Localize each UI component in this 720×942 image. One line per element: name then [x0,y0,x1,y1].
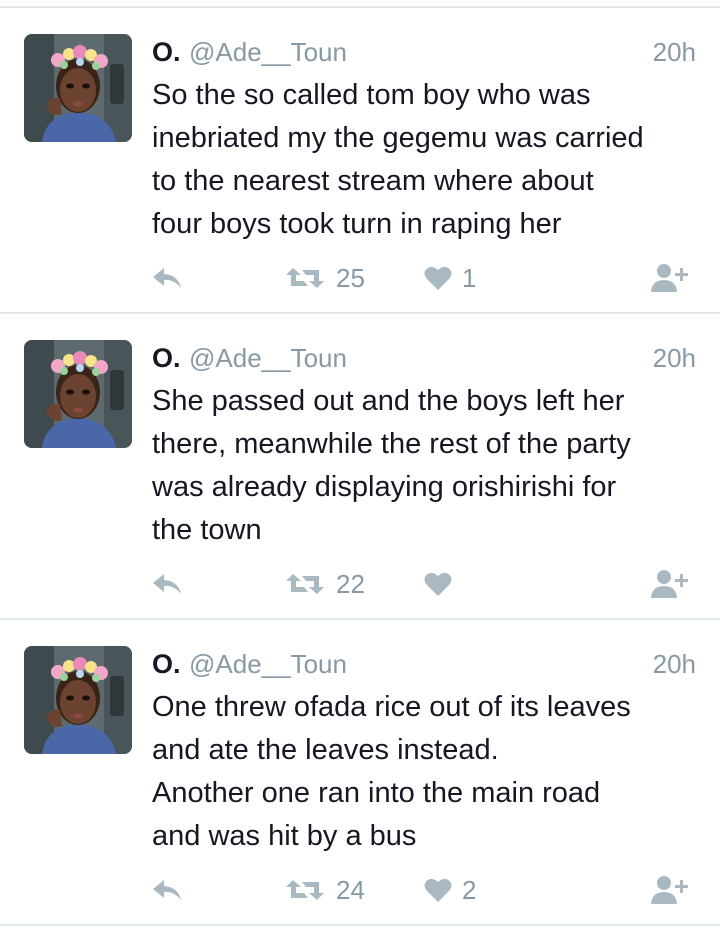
tweet-text: So the so called tom boy who was inebria… [152,79,644,240]
timestamp[interactable]: 20h [653,648,696,680]
tweet-header: O. @Ade__Toun 20h [152,32,696,72]
heart-icon [424,571,452,597]
like-count: 2 [462,875,477,905]
follow-button[interactable] [650,262,690,294]
timestamp[interactable]: 20h [653,342,696,374]
retweet-count: 24 [336,875,365,905]
retweet-icon [284,264,326,292]
like-button[interactable]: 1 [424,262,476,294]
tweet-text: She passed out and the boys left her the… [152,385,631,546]
heart-icon [424,265,452,291]
follow-icon [650,874,690,906]
like-button[interactable] [424,568,462,600]
tweet-actions: 24 2 [150,874,700,906]
retweet-icon [284,876,326,904]
tweet[interactable]: O. @Ade__Toun 20h She passed out and the… [0,314,720,618]
follow-icon [650,262,690,294]
reply-icon [150,264,184,292]
retweet-icon [284,570,326,598]
avatar[interactable] [24,34,132,142]
tweet[interactable]: O. @Ade__Toun 20h So the so called tom b… [0,8,720,312]
follow-button[interactable] [650,568,690,600]
tweet-header: O. @Ade__Toun 20h [152,338,696,378]
retweet-button[interactable]: 25 [284,262,365,294]
heart-icon [424,877,452,903]
like-button[interactable]: 2 [424,874,476,906]
tweet-actions: 25 1 [150,262,700,294]
tweet[interactable]: O. @Ade__Toun 20h One threw ofada rice o… [0,620,720,924]
retweet-button[interactable]: 24 [284,874,365,906]
reply-icon [150,876,184,904]
user-handle[interactable]: @Ade__Toun [189,648,347,680]
reply-icon [150,570,184,598]
reply-button[interactable] [150,262,184,294]
follow-button[interactable] [650,874,690,906]
reply-button[interactable] [150,568,184,600]
display-name[interactable]: O. [152,36,181,68]
divider [0,924,720,926]
follow-icon [650,568,690,600]
retweet-button[interactable]: 22 [284,568,365,600]
avatar[interactable] [24,340,132,448]
timeline: O. @Ade__Toun 20h So the so called tom b… [0,0,720,942]
tweet-header: O. @Ade__Toun 20h [152,644,696,684]
tweet-text: One threw ofada rice out of its leaves a… [152,691,631,852]
retweet-count: 22 [336,569,365,599]
tweet-actions: 22 [150,568,700,600]
user-handle[interactable]: @Ade__Toun [189,36,347,68]
reply-button[interactable] [150,874,184,906]
like-count: 1 [462,263,477,293]
display-name[interactable]: O. [152,648,181,680]
retweet-count: 25 [336,263,365,293]
user-handle[interactable]: @Ade__Toun [189,342,347,374]
display-name[interactable]: O. [152,342,181,374]
timestamp[interactable]: 20h [653,36,696,68]
avatar[interactable] [24,646,132,754]
